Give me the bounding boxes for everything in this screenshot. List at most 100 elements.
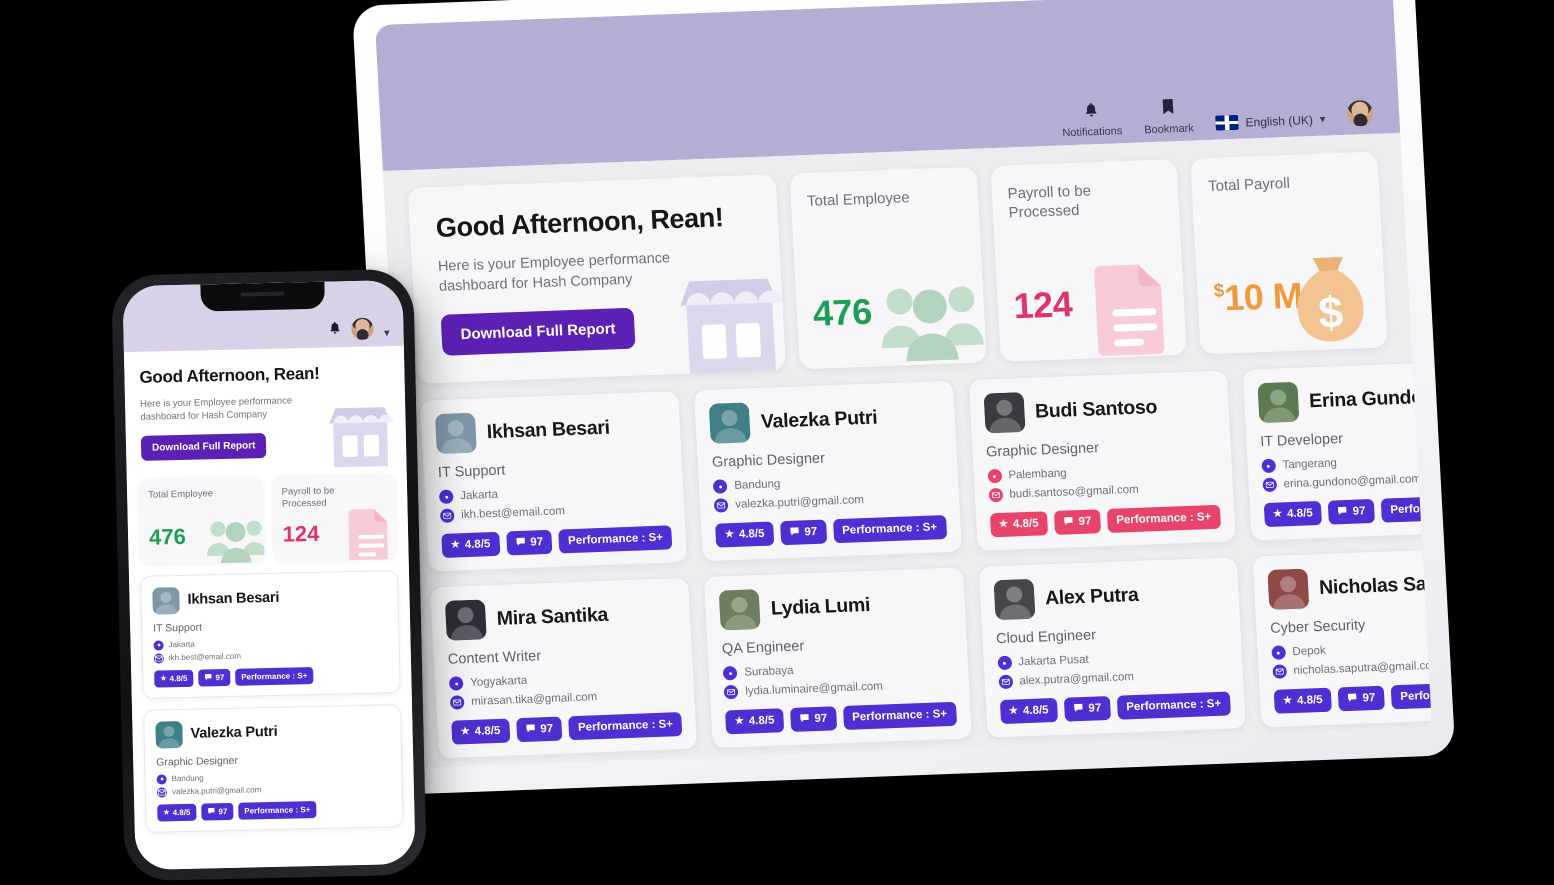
rating-badge[interactable]: ★ 4.8/5 [1273, 687, 1333, 714]
location-pin-icon [1261, 458, 1276, 474]
comments-badge[interactable]: 97 [201, 802, 234, 821]
comments-badge[interactable]: 97 [1328, 498, 1376, 525]
rating-badge[interactable]: ★ 4.8/5 [1263, 500, 1323, 528]
email-text: mirasan.tika@gmail.com [470, 691, 598, 708]
comments-badge[interactable]: 97 [198, 668, 231, 687]
performance-badge[interactable]: Performance : S+ [235, 666, 314, 686]
star-icon: ★ [1008, 705, 1019, 717]
location-pin-icon [153, 640, 164, 651]
topbar-actions: Notifications Bookmark English (UK) ▾ [1061, 91, 1374, 139]
phone-employee-card[interactable]: Valezka Putri Graphic Designer Bandung vale… [143, 703, 404, 833]
employee-header: Mira Santika [444, 592, 677, 641]
stat-value: 476 [148, 523, 187, 550]
employee-card[interactable]: Erina Gundono IT Developer Tangerang erina.… [1241, 359, 1433, 542]
employee-role: IT Support [437, 462, 506, 482]
comments-badge[interactable]: 97 [789, 706, 837, 732]
email-text: ikh.best@email.com [460, 505, 566, 522]
performance-badge[interactable]: Performance : S+ [558, 525, 673, 554]
employee-card[interactable]: Lydia Lumi QA Engineer Surabaya lydia.lumin… [703, 566, 973, 749]
employee-header: Ikhsan Besari [152, 582, 387, 615]
performance-badge[interactable]: Performance : S+ [1390, 681, 1433, 710]
performance-badge[interactable]: Performance : S+ [1106, 504, 1221, 533]
employee-badges: ★4.8/597Performance : S+ [715, 515, 947, 548]
star-icon: ★ [163, 809, 170, 817]
rating-badge[interactable]: ★ 4.8/5 [989, 511, 1049, 538]
employee-location: Surabaya [722, 658, 954, 681]
rating-badge[interactable]: ★ 4.8/5 [451, 718, 510, 745]
employee-avatar [718, 589, 761, 631]
employee-name: Valezka Putri [190, 723, 278, 742]
rating-badge[interactable]: ★ 4.8/5 [715, 521, 775, 548]
employee-badges: ★4.8/597Performance : S+ [989, 504, 1221, 538]
employee-name: Valezka Putri [760, 406, 878, 433]
rating-badge[interactable]: ★ 4.8/5 [154, 669, 194, 688]
storefront-illustration [329, 406, 394, 467]
comments-badge[interactable]: 97 [779, 519, 827, 546]
performance-badge[interactable]: Performance : S+ [1116, 691, 1231, 720]
employee-card[interactable]: Alex Putra Cloud Engineer Jakarta Pusat ale… [977, 556, 1247, 739]
phone-greeting-subtitle: Here is your Employee performance dashbo… [139, 395, 293, 424]
employee-name: Alex Putra [1044, 583, 1139, 609]
employee-header: Valezka Putri [708, 395, 941, 444]
employee-email: lydia.luminaire@gmail.com [723, 677, 955, 700]
comments-badge[interactable]: 97 [1337, 685, 1386, 712]
bookmark-button[interactable]: Bookmark [1143, 98, 1194, 136]
email-icon [998, 674, 1013, 690]
rating-badge[interactable]: ★ 4.8/5 [999, 697, 1059, 725]
employee-card[interactable]: Nicholas Saputra Cyber Security Depok nicho… [1251, 545, 1433, 729]
user-avatar[interactable] [1346, 99, 1374, 127]
star-icon: ★ [160, 675, 167, 683]
notifications-button[interactable]: Notifications [1061, 100, 1123, 139]
email-text: valezka.putri@gmail.com [171, 785, 262, 797]
bell-icon [1083, 101, 1099, 122]
phone-employee-card[interactable]: Ikhsan Besari IT Support Jakarta ikh.best@e… [139, 569, 401, 699]
phone-device-mockup: ▾ Good Afternoon, Rean! Here is your Emp… [111, 268, 427, 882]
location-text: Depok [1292, 644, 1327, 659]
rating-value: 4.8/5 [1286, 507, 1314, 521]
location-text: Jakarta Pusat [1018, 653, 1090, 669]
employee-card[interactable]: Mira Santika Content Writer Yogyakarta mira… [428, 576, 699, 760]
comment-icon [515, 537, 526, 549]
email-icon [988, 487, 1003, 503]
phone-download-full-report-button[interactable]: Download Full Report [140, 432, 267, 461]
comments-badge[interactable]: 97 [505, 529, 553, 556]
rating-badge[interactable]: ★ 4.8/5 [725, 708, 785, 735]
employee-role: IT Developer [1259, 431, 1344, 451]
performance-badge[interactable]: Performance : S+ [832, 515, 947, 544]
employee-card[interactable]: Ikhsan Besari IT Support Jakarta ikh.best@e… [419, 389, 689, 573]
comments-badge[interactable]: 97 [515, 716, 563, 743]
employee-badges: ★4.8/597Performance : S+ [1263, 494, 1433, 528]
employee-role: IT Support [153, 621, 203, 635]
employee-card[interactable]: Budi Santoso Graphic Designer Palembang bud… [967, 369, 1237, 552]
performance-label: Performance : S+ [851, 708, 948, 724]
performance-badge[interactable]: Performance : S+ [842, 701, 957, 730]
email-text: budi.santoso@gmail.com [1009, 483, 1140, 501]
phone-employee-list: Ikhsan Besari IT Support Jakarta ikh.best@e… [139, 569, 404, 833]
employee-avatar [708, 402, 752, 444]
chevron-down-icon[interactable]: ▾ [384, 326, 390, 339]
rating-value: 4.8/5 [464, 538, 491, 552]
performance-label: Performance : S+ [241, 670, 308, 682]
employee-role: Content Writer [447, 648, 542, 668]
employee-role: Graphic Designer [156, 754, 239, 769]
comments-badge[interactable]: 97 [1063, 695, 1111, 722]
bell-icon[interactable] [329, 320, 342, 340]
rating-badge[interactable]: ★ 4.8/5 [441, 531, 501, 558]
employee-card[interactable]: Valezka Putri Graphic Designer Bandung vale… [693, 379, 963, 563]
download-full-report-button[interactable]: Download Full Report [440, 307, 636, 356]
user-avatar[interactable] [351, 317, 375, 341]
performance-badge[interactable]: Performance : S+ [238, 800, 317, 820]
comments-badge[interactable]: 97 [1053, 509, 1101, 535]
email-icon [1272, 664, 1287, 679]
phone-summary-row: Total Employee 476 Payroll to be Process… [137, 472, 398, 565]
language-selector[interactable]: English (UK) ▾ [1215, 112, 1326, 134]
employee-location: Jakarta [438, 481, 670, 505]
greeting-card: Good Afternoon, Rean! Here is your Emplo… [407, 174, 786, 384]
comments-count: 97 [539, 722, 554, 736]
comments-count: 97 [1352, 505, 1366, 518]
rating-badge[interactable]: ★ 4.8/5 [157, 803, 197, 822]
email-icon [153, 653, 164, 664]
performance-badge[interactable]: Performance : S+ [568, 712, 683, 741]
email-text: alex.putra@gmail.com [1019, 671, 1135, 688]
employee-location: Tangerang [1261, 451, 1432, 474]
